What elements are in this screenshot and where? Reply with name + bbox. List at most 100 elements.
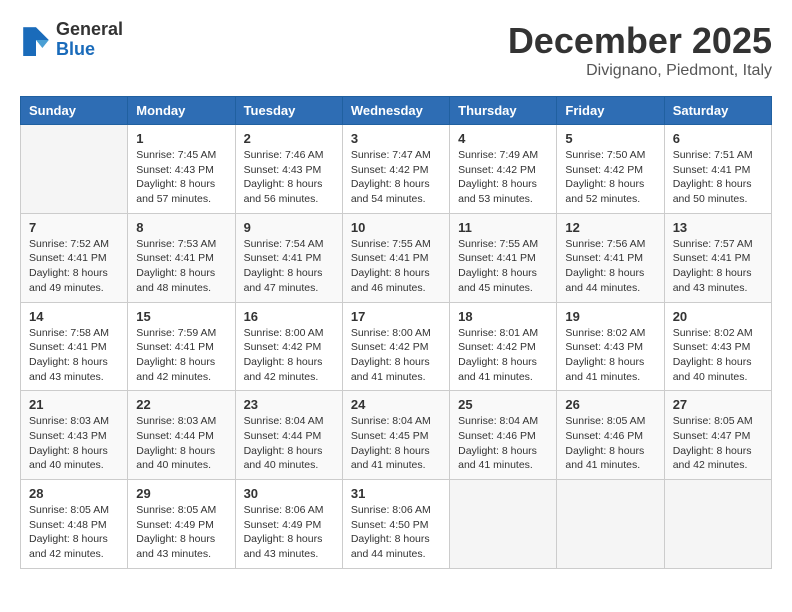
calendar-cell: 30 Sunrise: 8:06 AMSunset: 4:49 PMDayligh… xyxy=(235,480,342,569)
day-info: Sunrise: 8:04 AMSunset: 4:46 PMDaylight:… xyxy=(458,414,548,473)
logo-text: General Blue xyxy=(56,20,123,60)
day-info: Sunrise: 7:54 AMSunset: 4:41 PMDaylight:… xyxy=(244,237,334,296)
calendar-week-row: 7 Sunrise: 7:52 AMSunset: 4:41 PMDaylight… xyxy=(21,213,772,302)
day-number: 23 xyxy=(244,397,334,412)
day-number: 6 xyxy=(673,131,763,146)
day-info: Sunrise: 7:52 AMSunset: 4:41 PMDaylight:… xyxy=(29,237,119,296)
calendar-cell: 17 Sunrise: 8:00 AMSunset: 4:42 PMDayligh… xyxy=(342,302,449,391)
day-info: Sunrise: 8:00 AMSunset: 4:42 PMDaylight:… xyxy=(351,326,441,385)
day-info: Sunrise: 7:58 AMSunset: 4:41 PMDaylight:… xyxy=(29,326,119,385)
calendar-cell xyxy=(21,125,128,214)
calendar-cell: 2 Sunrise: 7:46 AMSunset: 4:43 PMDaylight… xyxy=(235,125,342,214)
day-info: Sunrise: 7:45 AMSunset: 4:43 PMDaylight:… xyxy=(136,148,226,207)
calendar-cell: 12Sunrise: 7:56 AMSunset: 4:41 PMDayligh… xyxy=(557,213,664,302)
day-info: Sunrise: 7:46 AMSunset: 4:43 PMDaylight:… xyxy=(244,148,334,207)
calendar-cell: 3 Sunrise: 7:47 AMSunset: 4:42 PMDaylight… xyxy=(342,125,449,214)
calendar-cell: 22 Sunrise: 8:03 AMSunset: 4:44 PMDayligh… xyxy=(128,391,235,480)
day-info: Sunrise: 7:47 AMSunset: 4:42 PMDaylight:… xyxy=(351,148,441,207)
day-number: 30 xyxy=(244,486,334,501)
calendar-cell: 26 Sunrise: 8:05 AMSunset: 4:46 PMDayligh… xyxy=(557,391,664,480)
day-info: Sunrise: 8:05 AMSunset: 4:46 PMDaylight:… xyxy=(565,414,655,473)
day-number: 10 xyxy=(351,220,441,235)
day-number: 26 xyxy=(565,397,655,412)
calendar-cell: 21 Sunrise: 8:03 AMSunset: 4:43 PMDayligh… xyxy=(21,391,128,480)
day-number: 20 xyxy=(673,309,763,324)
day-number: 4 xyxy=(458,131,548,146)
day-number: 24 xyxy=(351,397,441,412)
calendar-cell: 24 Sunrise: 8:04 AMSunset: 4:45 PMDayligh… xyxy=(342,391,449,480)
day-number: 22 xyxy=(136,397,226,412)
day-number: 25 xyxy=(458,397,548,412)
weekday-header: Monday xyxy=(128,97,235,125)
day-info: Sunrise: 8:01 AMSunset: 4:42 PMDaylight:… xyxy=(458,326,548,385)
day-number: 29 xyxy=(136,486,226,501)
day-number: 1 xyxy=(136,131,226,146)
calendar-cell: 4 Sunrise: 7:49 AMSunset: 4:42 PMDaylight… xyxy=(450,125,557,214)
page-header: General Blue December 2025 Divignano, Pi… xyxy=(20,20,772,80)
calendar-cell: 1 Sunrise: 7:45 AMSunset: 4:43 PMDaylight… xyxy=(128,125,235,214)
calendar-cell: 6 Sunrise: 7:51 AMSunset: 4:41 PMDaylight… xyxy=(664,125,771,214)
calendar-cell: 31Sunrise: 8:06 AMSunset: 4:50 PMDayligh… xyxy=(342,480,449,569)
calendar-week-row: 14 Sunrise: 7:58 AMSunset: 4:41 PMDayligh… xyxy=(21,302,772,391)
day-info: Sunrise: 7:55 AMSunset: 4:41 PMDaylight:… xyxy=(351,237,441,296)
day-number: 17 xyxy=(351,309,441,324)
calendar-cell: 15Sunrise: 7:59 AMSunset: 4:41 PMDayligh… xyxy=(128,302,235,391)
logo: General Blue xyxy=(20,20,123,60)
logo-icon xyxy=(20,24,52,56)
logo-line1: General xyxy=(56,20,123,40)
calendar-cell: 27 Sunrise: 8:05 AMSunset: 4:47 PMDayligh… xyxy=(664,391,771,480)
day-info: Sunrise: 8:04 AMSunset: 4:44 PMDaylight:… xyxy=(244,414,334,473)
calendar-cell: 29Sunrise: 8:05 AMSunset: 4:49 PMDayligh… xyxy=(128,480,235,569)
day-info: Sunrise: 8:04 AMSunset: 4:45 PMDaylight:… xyxy=(351,414,441,473)
weekday-header: Friday xyxy=(557,97,664,125)
day-info: Sunrise: 7:57 AMSunset: 4:41 PMDaylight:… xyxy=(673,237,763,296)
day-info: Sunrise: 7:59 AMSunset: 4:41 PMDaylight:… xyxy=(136,326,226,385)
calendar-cell xyxy=(450,480,557,569)
day-number: 27 xyxy=(673,397,763,412)
calendar-cell xyxy=(557,480,664,569)
day-number: 11 xyxy=(458,220,548,235)
day-info: Sunrise: 7:49 AMSunset: 4:42 PMDaylight:… xyxy=(458,148,548,207)
weekday-header-row: SundayMondayTuesdayWednesdayThursdayFrid… xyxy=(21,97,772,125)
weekday-header: Tuesday xyxy=(235,97,342,125)
calendar-cell: 7 Sunrise: 7:52 AMSunset: 4:41 PMDaylight… xyxy=(21,213,128,302)
day-info: Sunrise: 7:55 AMSunset: 4:41 PMDaylight:… xyxy=(458,237,548,296)
day-number: 28 xyxy=(29,486,119,501)
calendar-cell: 16Sunrise: 8:00 AMSunset: 4:42 PMDayligh… xyxy=(235,302,342,391)
calendar-week-row: 1 Sunrise: 7:45 AMSunset: 4:43 PMDaylight… xyxy=(21,125,772,214)
day-number: 18 xyxy=(458,309,548,324)
day-info: Sunrise: 7:51 AMSunset: 4:41 PMDaylight:… xyxy=(673,148,763,207)
day-info: Sunrise: 8:06 AMSunset: 4:49 PMDaylight:… xyxy=(244,503,334,562)
day-number: 8 xyxy=(136,220,226,235)
day-number: 19 xyxy=(565,309,655,324)
calendar-cell: 8 Sunrise: 7:53 AMSunset: 4:41 PMDaylight… xyxy=(128,213,235,302)
day-number: 3 xyxy=(351,131,441,146)
day-number: 14 xyxy=(29,309,119,324)
calendar: SundayMondayTuesdayWednesdayThursdayFrid… xyxy=(20,96,772,569)
day-info: Sunrise: 8:05 AMSunset: 4:47 PMDaylight:… xyxy=(673,414,763,473)
day-number: 7 xyxy=(29,220,119,235)
calendar-cell: 18 Sunrise: 8:01 AMSunset: 4:42 PMDayligh… xyxy=(450,302,557,391)
day-number: 9 xyxy=(244,220,334,235)
calendar-week-row: 21 Sunrise: 8:03 AMSunset: 4:43 PMDayligh… xyxy=(21,391,772,480)
day-info: Sunrise: 8:03 AMSunset: 4:44 PMDaylight:… xyxy=(136,414,226,473)
day-number: 2 xyxy=(244,131,334,146)
calendar-cell: 10 Sunrise: 7:55 AMSunset: 4:41 PMDayligh… xyxy=(342,213,449,302)
calendar-cell: 25 Sunrise: 8:04 AMSunset: 4:46 PMDayligh… xyxy=(450,391,557,480)
day-info: Sunrise: 8:02 AMSunset: 4:43 PMDaylight:… xyxy=(565,326,655,385)
calendar-week-row: 28Sunrise: 8:05 AMSunset: 4:48 PMDayligh… xyxy=(21,480,772,569)
calendar-cell xyxy=(664,480,771,569)
day-number: 5 xyxy=(565,131,655,146)
day-number: 13 xyxy=(673,220,763,235)
location: Divignano, Piedmont, Italy xyxy=(508,62,772,80)
day-info: Sunrise: 8:03 AMSunset: 4:43 PMDaylight:… xyxy=(29,414,119,473)
weekday-header: Sunday xyxy=(21,97,128,125)
day-number: 12 xyxy=(565,220,655,235)
calendar-cell: 23 Sunrise: 8:04 AMSunset: 4:44 PMDayligh… xyxy=(235,391,342,480)
weekday-header: Thursday xyxy=(450,97,557,125)
day-info: Sunrise: 7:53 AMSunset: 4:41 PMDaylight:… xyxy=(136,237,226,296)
day-number: 16 xyxy=(244,309,334,324)
weekday-header: Saturday xyxy=(664,97,771,125)
calendar-cell: 5Sunrise: 7:50 AMSunset: 4:42 PMDaylight… xyxy=(557,125,664,214)
day-number: 21 xyxy=(29,397,119,412)
